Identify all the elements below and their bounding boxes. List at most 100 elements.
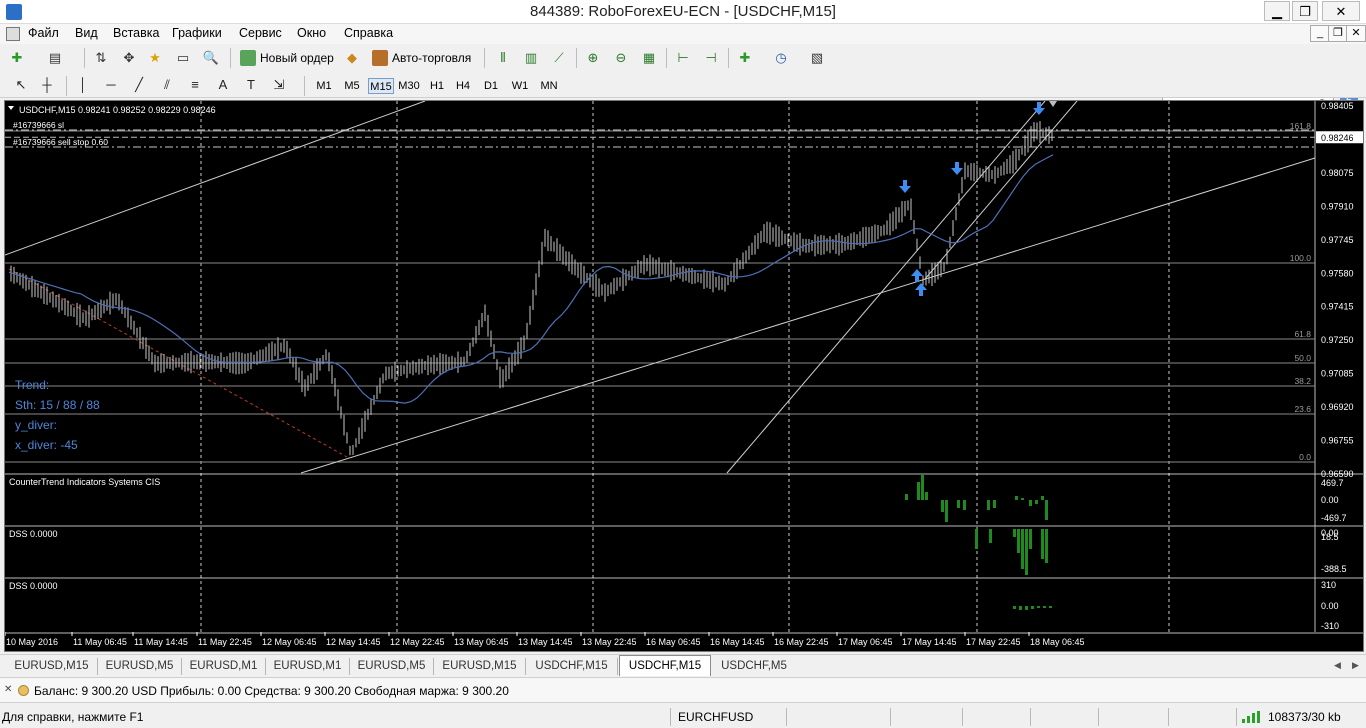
sub-panel-axis-label: -469.7: [1321, 513, 1347, 523]
tile-windows-icon[interactable]: ▦: [640, 49, 658, 67]
menu-window[interactable]: Окно: [297, 26, 326, 40]
arrows-icon[interactable]: ⇲: [270, 76, 288, 94]
fibonacci-icon[interactable]: ≡: [186, 76, 204, 94]
terminal-icon[interactable]: ▭: [174, 49, 192, 67]
menu-view[interactable]: Вид: [75, 26, 98, 40]
sub-panel-title: DSS 0.0000: [9, 529, 58, 539]
chart-shift-icon[interactable]: ⊢: [674, 49, 692, 67]
fib-level-label: 0.0: [1299, 452, 1311, 462]
periods-icon[interactable]: ◷: [772, 49, 790, 67]
auto-scroll-icon[interactable]: ⊣: [702, 49, 720, 67]
histogram-bar: [1029, 529, 1032, 549]
tab-usdchf-m15-active[interactable]: USDCHF,M15: [619, 655, 711, 676]
status-bar: Для справки, нажмите F1 EURCHFUSD 108373…: [0, 704, 1366, 728]
close-button[interactable]: ✕: [1322, 1, 1360, 21]
histogram-bar: [1015, 496, 1018, 500]
horizontal-line-icon[interactable]: ─: [102, 76, 120, 94]
time-tick-label: 10 May 2016: [6, 637, 58, 647]
tab-eurusd-m5-2[interactable]: EURUSD,M5: [350, 658, 434, 675]
price-tick-label: 0.97250: [1321, 335, 1354, 345]
mdi-close-button[interactable]: ✕: [1346, 25, 1366, 42]
trend-line-icon[interactable]: ╱: [130, 76, 148, 94]
profile-name[interactable]: EURCHFUSD: [678, 710, 753, 724]
minimize-button[interactable]: ▁: [1264, 1, 1290, 21]
menu-insert[interactable]: Вставка: [113, 26, 159, 40]
menu-help[interactable]: Справка: [344, 26, 393, 40]
chart-header: USDCHF,M15 0.98241 0.98252 0.98229 0.982…: [19, 105, 216, 115]
timeframe-m5-button[interactable]: M5: [340, 78, 364, 94]
menu-charts[interactable]: Графики: [172, 26, 222, 40]
equidistant-channel-icon[interactable]: ⫽: [158, 76, 176, 94]
zoom-out-icon[interactable]: ⊖: [612, 49, 630, 67]
text-icon[interactable]: A: [214, 76, 232, 94]
timeframe-mn-button[interactable]: MN: [536, 78, 562, 94]
title-bar: 844389: RoboForexEU-ECN - [USDCHF,M15] ▁…: [0, 0, 1366, 24]
fib-level-label: 61.8: [1294, 329, 1311, 339]
histogram-bar: [1021, 529, 1024, 569]
sub-panel-axis-label: 18.5: [1321, 532, 1339, 542]
menu-file[interactable]: Файл: [28, 26, 59, 40]
time-tick-label: 11 May 06:45: [73, 637, 127, 647]
zoom-in-icon[interactable]: ⊕: [584, 49, 602, 67]
timeframe-h4-button[interactable]: H4: [452, 78, 474, 94]
bar-chart-icon[interactable]: ⫴: [494, 49, 512, 67]
indicators-icon[interactable]: ✚: [736, 49, 754, 67]
connection-icon: [1242, 711, 1264, 723]
tabs-left-icon[interactable]: ◀: [1334, 660, 1341, 671]
vertical-line-icon[interactable]: │: [74, 76, 92, 94]
sub-panel-axis-label: 0.00: [1321, 495, 1339, 505]
new-order-button[interactable]: Новый ордер: [240, 48, 334, 68]
timeframe-w1-button[interactable]: W1: [508, 78, 532, 94]
crosshair-icon[interactable]: ┼: [38, 76, 56, 94]
price-chart[interactable]: 161.8 100.0 61.8 50.0 38.2 23.6 0.0 0.98405 0.9…: [5, 101, 1364, 652]
tab-eurusd-m1-2[interactable]: EURUSD,M1: [266, 658, 350, 675]
mdi-restore-button[interactable]: ❐: [1328, 25, 1348, 42]
timeframe-m15-button[interactable]: M15: [368, 78, 394, 94]
profiles-icon[interactable]: ▤: [46, 49, 64, 67]
histogram-bar: [917, 482, 920, 500]
market-watch-icon[interactable]: ⇅: [92, 49, 110, 67]
terminal-close-icon[interactable]: ✕: [4, 684, 12, 695]
price-tick-label: 0.97580: [1321, 268, 1354, 278]
maximize-button[interactable]: ❐: [1292, 1, 1318, 21]
histogram-bar: [945, 500, 948, 522]
histogram-bar: [1043, 606, 1046, 608]
histogram-bar: [1025, 529, 1028, 575]
tab-eurusd-m1[interactable]: EURUSD,M1: [182, 658, 266, 675]
templates-icon[interactable]: ▧: [808, 49, 826, 67]
time-tick-label: 13 May 14:45: [518, 637, 573, 647]
timeframe-d1-button[interactable]: D1: [480, 78, 502, 94]
histogram-bar: [975, 529, 978, 549]
standard-toolbar: ✚ ▤ ⇅ ✥ ★ ▭ 🔍 Новый ордер ◆ Авто-торговл…: [0, 44, 1366, 113]
tab-eurusd-m15-2[interactable]: EURUSD,M15: [434, 658, 526, 675]
tab-eurusd-m5[interactable]: EURUSD,M5: [98, 658, 182, 675]
tabs-right-icon[interactable]: ▶: [1352, 660, 1359, 671]
chart-window[interactable]: 161.8 100.0 61.8 50.0 38.2 23.6 0.0 0.98405 0.9…: [4, 100, 1364, 652]
candlestick-chart-icon[interactable]: ▥: [522, 49, 540, 67]
time-tick-label: 17 May 22:45: [966, 637, 1021, 647]
tab-usdchf-m15[interactable]: USDCHF,M15: [526, 658, 618, 675]
timeframe-h1-button[interactable]: H1: [426, 78, 448, 94]
metaeditor-icon[interactable]: ◆: [343, 49, 361, 67]
histogram-bar: [1037, 606, 1040, 608]
new-chart-icon[interactable]: ✚: [8, 49, 26, 67]
line-chart-icon[interactable]: ⟋: [550, 49, 568, 67]
histogram-bar: [1013, 606, 1016, 609]
data-window-icon[interactable]: ✥: [120, 49, 138, 67]
navigator-icon[interactable]: ★: [146, 49, 164, 67]
auto-trading-button[interactable]: Авто-торговля: [372, 48, 471, 68]
mdi-minimize-button[interactable]: _: [1310, 25, 1330, 42]
histogram-bar: [925, 492, 928, 500]
chart-window-icon[interactable]: [6, 27, 20, 41]
chart-tabs: EURUSD,M15 EURUSD,M5 EURUSD,M1 EURUSD,M1…: [0, 654, 1366, 676]
timeframe-m30-button[interactable]: M30: [396, 78, 422, 94]
timeframe-m1-button[interactable]: M1: [312, 78, 336, 94]
menu-tools[interactable]: Сервис: [239, 26, 282, 40]
time-tick-label: 13 May 06:45: [454, 637, 509, 647]
strategy-tester-icon[interactable]: 🔍: [202, 49, 220, 67]
cursor-icon[interactable]: ↖: [12, 76, 30, 94]
histogram-bar: [1041, 496, 1044, 500]
tab-usdchf-m5[interactable]: USDCHF,M5: [712, 658, 796, 675]
text-label-icon[interactable]: T: [242, 76, 260, 94]
tab-eurusd-m15[interactable]: EURUSD,M15: [6, 658, 98, 675]
